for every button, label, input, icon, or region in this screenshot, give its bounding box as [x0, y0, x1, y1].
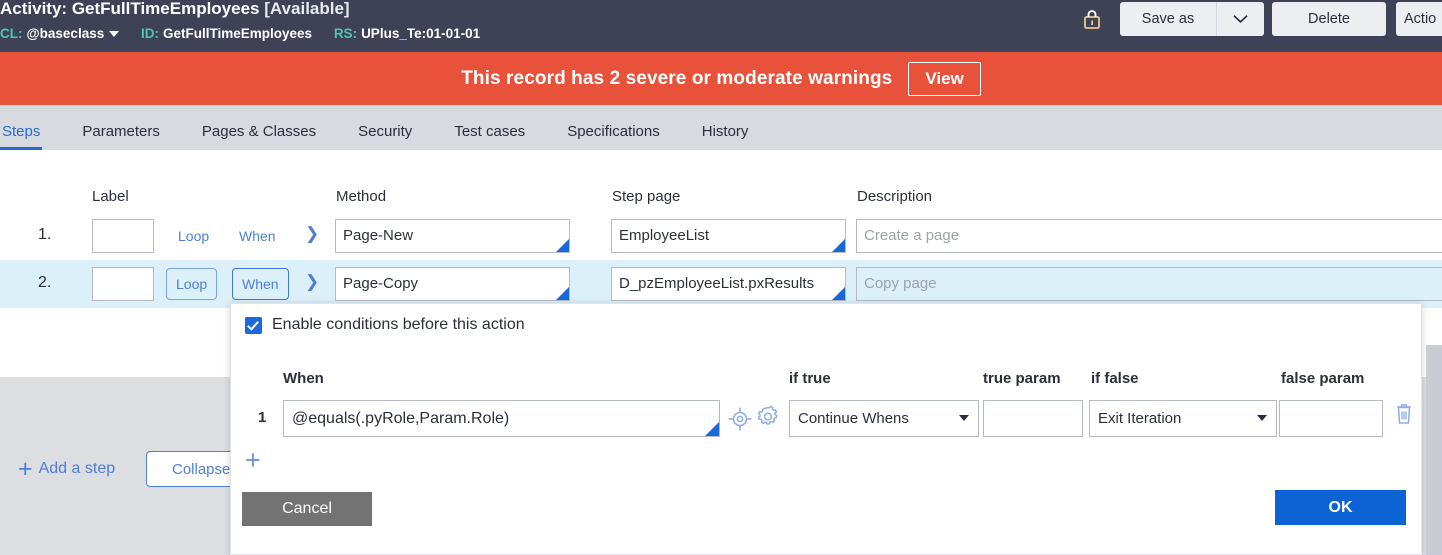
save-as-button-group: Save as [1120, 2, 1264, 36]
view-warnings-button[interactable]: View [908, 61, 981, 96]
trash-icon [1397, 404, 1411, 424]
step-label-input[interactable] [92, 267, 154, 301]
autocomplete-corner-icon [556, 287, 569, 300]
step-description-placeholder: Copy page [864, 275, 937, 292]
column-header-step-page: Step page [612, 188, 681, 205]
enable-conditions-row: Enable conditions before this action [245, 316, 525, 334]
step-description-input[interactable]: Create a page [856, 219, 1442, 253]
step-page-value: D_pzEmployeeList.pxResults [619, 275, 815, 292]
class-value[interactable]: @baseclass [27, 26, 105, 41]
chevron-down-icon [1257, 415, 1267, 421]
chevron-down-icon[interactable] [109, 31, 120, 38]
tab-specifications[interactable]: Specifications [567, 123, 660, 150]
save-as-button[interactable]: Save as [1120, 2, 1216, 36]
tab-history[interactable]: History [702, 123, 749, 150]
chevron-down-icon [1233, 15, 1248, 23]
autocomplete-corner-icon [556, 239, 569, 252]
warning-banner: This record has 2 severe or moderate war… [0, 52, 1442, 105]
modal-column-header-true-param: true param [983, 370, 1061, 387]
false-param-input[interactable] [1279, 400, 1383, 437]
tab-test-cases[interactable]: Test cases [454, 123, 525, 150]
step-page-input[interactable]: EmployeeList [611, 219, 846, 253]
enable-conditions-checkbox[interactable] [245, 316, 262, 334]
page-scrollbar[interactable] [1426, 345, 1442, 555]
autocomplete-corner-icon [832, 239, 845, 252]
ruleset-value: UPlus_Te:01-01-01 [361, 26, 481, 41]
modal-column-header-when: When [283, 370, 324, 387]
page-title-name: GetFullTimeEmployees [71, 0, 260, 18]
if-true-value: Continue Whens [798, 410, 909, 427]
id-label: ID: [140, 26, 159, 41]
condition-row-number: 1 [258, 409, 267, 426]
if-true-select[interactable]: Continue Whens [789, 400, 979, 437]
tab-security[interactable]: Security [358, 123, 412, 150]
header-meta: CL: @baseclass ID: GetFullTimeEmployees RS… [0, 24, 480, 44]
step-method-input[interactable]: Page-Copy [335, 267, 570, 301]
plus-icon: + [18, 455, 33, 483]
step-page-value: EmployeeList [619, 227, 710, 244]
condition-when-input[interactable]: @equals(.pyRole,Param.Role) [283, 400, 720, 437]
step-when-button[interactable]: When [232, 268, 289, 300]
step-method-value: Page-New [343, 227, 414, 244]
table-row: 1. Loop When ❯ Page-New EmployeeList Cre… [0, 212, 1442, 260]
step-description-placeholder: Create a page [864, 227, 960, 244]
autocomplete-corner-icon [705, 422, 719, 436]
if-false-select[interactable]: Exit Iteration [1089, 400, 1277, 437]
ok-button[interactable]: OK [1275, 490, 1406, 525]
step-row-number: 2. [38, 274, 52, 291]
delete-condition-button[interactable] [1393, 402, 1415, 431]
modal-column-header-false-param: false param [1281, 370, 1365, 387]
add-condition-button[interactable]: + [245, 445, 261, 475]
column-header-description: Description [857, 188, 933, 205]
delete-button-group: Delete [1272, 2, 1386, 36]
page-title-prefix: Activity: [0, 0, 68, 18]
table-row: 2. Loop When ❯ Page-Copy D_pzEmployeeLis… [0, 260, 1442, 308]
column-header-method: Method [336, 188, 387, 205]
lock-icon[interactable] [1082, 8, 1102, 30]
step-label-input[interactable] [92, 219, 154, 253]
condition-when-value: @equals(.pyRole,Param.Role) [292, 410, 510, 427]
step-description-input[interactable]: Copy page [856, 267, 1442, 301]
autocomplete-corner-icon [832, 287, 845, 300]
page-title-status: [Available] [264, 0, 350, 18]
delete-button[interactable]: Delete [1272, 2, 1386, 36]
ruleset-label: RS: [333, 26, 358, 41]
cancel-button[interactable]: Cancel [242, 492, 372, 526]
step-row-number: 1. [38, 226, 52, 243]
chevron-right-icon[interactable]: ❯ [305, 224, 319, 244]
tab-bar: Steps Parameters Pages & Classes Securit… [0, 105, 1442, 150]
actions-button[interactable]: Actio [1396, 2, 1442, 36]
tab-pages-and-classes[interactable]: Pages & Classes [202, 123, 316, 150]
crosshair-icon[interactable] [727, 406, 753, 437]
step-when-link[interactable]: When [233, 223, 282, 249]
tab-steps[interactable]: Steps [0, 123, 43, 150]
add-a-step-button[interactable]: + Add a step [18, 455, 116, 483]
app-header: Activity: GetFullTimeEmployees [Availabl… [0, 0, 1442, 52]
modal-column-header-if-false: if false [1091, 370, 1139, 387]
save-as-dropdown-button[interactable] [1216, 2, 1264, 36]
true-param-input[interactable] [983, 400, 1083, 437]
activity-rule-form: Activity: GetFullTimeEmployees [Availabl… [0, 0, 1442, 555]
step-method-value: Page-Copy [343, 275, 419, 292]
step-page-input[interactable]: D_pzEmployeeList.pxResults [611, 267, 846, 301]
gear-icon[interactable] [754, 403, 782, 436]
chevron-down-icon [959, 415, 969, 421]
step-loop-link[interactable]: Loop [172, 223, 215, 249]
enable-conditions-label: Enable conditions before this action [272, 316, 525, 333]
modal-column-header-if-true: if true [789, 370, 831, 387]
step-method-input[interactable]: Page-New [335, 219, 570, 253]
warning-banner-message: This record has 2 severe or moderate war… [461, 67, 893, 89]
if-false-value: Exit Iteration [1098, 410, 1182, 427]
step-loop-button[interactable]: Loop [166, 268, 218, 300]
chevron-right-icon[interactable]: ❯ [305, 272, 319, 292]
tab-parameters[interactable]: Parameters [82, 123, 160, 150]
actions-button-group: Actio [1396, 2, 1442, 36]
page-title: Activity: GetFullTimeEmployees [Availabl… [0, 0, 350, 19]
conditions-modal: Enable conditions before this action Whe… [230, 303, 1422, 555]
id-value: GetFullTimeEmployees [162, 26, 313, 41]
class-label: CL: [0, 26, 23, 41]
column-header-label: Label [92, 188, 129, 205]
add-a-step-label: Add a step [38, 460, 116, 477]
